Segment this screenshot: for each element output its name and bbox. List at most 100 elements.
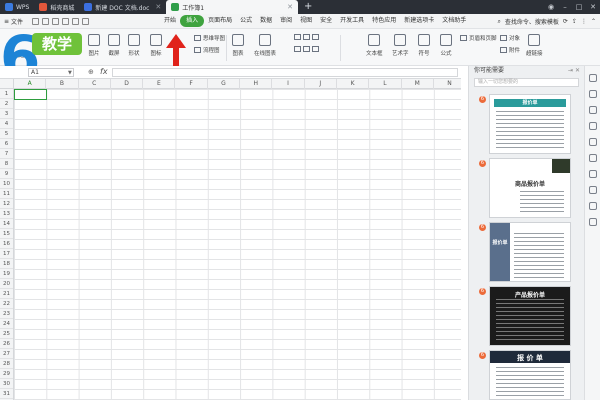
screenshot-button[interactable]: 截屏 (108, 34, 120, 57)
tab-data[interactable]: 数据 (256, 15, 276, 27)
row-header[interactable]: 19 (0, 269, 13, 279)
sync-icon[interactable]: ⟳ (563, 18, 568, 25)
fx-label[interactable]: fx (100, 67, 108, 76)
row-header[interactable]: 29 (0, 369, 13, 379)
undo-icon[interactable] (72, 17, 80, 25)
style-icon[interactable] (588, 122, 597, 130)
cursor-icon[interactable] (588, 74, 597, 82)
column-header[interactable]: D (111, 79, 144, 89)
column-header[interactable]: G (208, 79, 241, 89)
row-header[interactable]: 24 (0, 319, 13, 329)
symbol-button[interactable]: 符号 (418, 34, 430, 57)
row-header[interactable]: 28 (0, 359, 13, 369)
selected-cell-a1[interactable] (14, 89, 47, 100)
brush-icon[interactable] (588, 90, 597, 98)
row-header[interactable]: 9 (0, 169, 13, 179)
tab-wps-home[interactable]: WPS (0, 0, 34, 14)
close-panel-icon[interactable]: ⇥ ✕ (568, 66, 580, 76)
row-header[interactable]: 5 (0, 129, 13, 139)
text-box-button[interactable]: 文本框 (366, 34, 383, 57)
row-header[interactable]: 30 (0, 379, 13, 389)
zoom-icon[interactable]: ⊕ (88, 68, 94, 76)
row-header[interactable]: 6 (0, 139, 13, 149)
hyperlink-button[interactable]: 超链接 (526, 34, 543, 57)
spreadsheet-grid[interactable]: A B C D E F G H I J K L M N 1 2 3 4 5 6 7 8 9 10 1… (0, 79, 461, 400)
column-header[interactable]: L (369, 79, 402, 89)
row-header[interactable]: 23 (0, 309, 13, 319)
row-header[interactable]: 2 (0, 99, 13, 109)
user-icon[interactable]: ◉ (544, 0, 558, 14)
formula-input[interactable] (112, 68, 458, 77)
tab-features[interactable]: 特色应用 (368, 15, 400, 27)
row-header[interactable]: 11 (0, 189, 13, 199)
chart-button[interactable]: 图表 (232, 34, 244, 57)
search-command-button[interactable]: 查找命令、搜索模板 (505, 17, 559, 26)
share-icon[interactable]: ⇪ (572, 18, 577, 25)
row-header[interactable]: 4 (0, 119, 13, 129)
row-header[interactable]: 7 (0, 149, 13, 159)
minimize-icon[interactable]: – (558, 0, 572, 14)
object-button[interactable]: 对象 (500, 34, 520, 42)
icons-button[interactable]: 图标 (150, 34, 162, 57)
template-card[interactable]: 报价单 (489, 94, 571, 154)
cell-area[interactable] (14, 89, 461, 400)
column-header[interactable]: M (402, 79, 434, 89)
column-header[interactable]: E (143, 79, 176, 89)
collapse-ribbon-icon[interactable]: ⌃ (591, 18, 596, 25)
mind-map-button[interactable]: 思维导图 (194, 34, 225, 42)
row-header[interactable]: 27 (0, 349, 13, 359)
row-header[interactable]: 21 (0, 289, 13, 299)
close-tab-icon[interactable]: ✕ (155, 3, 161, 11)
word-art-button[interactable]: 艺术字 (392, 34, 409, 57)
formula-button[interactable]: 公式 (440, 34, 452, 57)
settings-icon[interactable] (588, 202, 597, 210)
tab-doc-assistant[interactable]: 文档助手 (438, 15, 470, 27)
close-window-icon[interactable]: ✕ (586, 0, 600, 14)
row-header[interactable]: 3 (0, 109, 13, 119)
row-header[interactable]: 17 (0, 249, 13, 259)
close-tab-icon[interactable]: ✕ (287, 3, 293, 11)
tab-docer-store[interactable]: 稻壳商城 (34, 0, 79, 14)
row-header[interactable]: 12 (0, 199, 13, 209)
more-icon[interactable]: ⋮ (581, 18, 587, 25)
backup-icon[interactable] (588, 170, 597, 178)
print-icon[interactable] (52, 17, 60, 25)
row-header[interactable]: 31 (0, 389, 13, 399)
row-header[interactable]: 22 (0, 299, 13, 309)
help-icon[interactable] (588, 218, 597, 226)
row-header[interactable]: 8 (0, 159, 13, 169)
row-header[interactable]: 20 (0, 279, 13, 289)
tab-page-layout[interactable]: 页面布局 (204, 15, 236, 27)
maximize-icon[interactable]: □ (572, 0, 586, 14)
row-header[interactable]: 13 (0, 209, 13, 219)
online-chart-button[interactable]: 在线图表 (254, 34, 276, 57)
column-header[interactable]: F (175, 79, 208, 89)
column-header[interactable]: C (79, 79, 111, 89)
panel-search-input[interactable]: 输入一切您想要的 (474, 78, 579, 87)
select-all-corner[interactable] (0, 79, 14, 89)
column-header[interactable]: J (305, 79, 337, 89)
tab-doc-file[interactable]: 新建 DOC 文档.doc ✕ (79, 0, 166, 14)
row-header[interactable]: 15 (0, 229, 13, 239)
tab-review[interactable]: 审阅 (276, 15, 296, 27)
column-header[interactable]: K (337, 79, 370, 89)
filter-icon[interactable] (588, 138, 597, 146)
properties-icon[interactable] (588, 154, 597, 162)
column-header[interactable]: A (14, 79, 47, 89)
template-card[interactable]: 报 价 单 (489, 350, 571, 400)
row-header[interactable]: 25 (0, 329, 13, 339)
new-tab-button[interactable]: + (298, 0, 318, 14)
shapes-icon[interactable] (588, 106, 597, 114)
template-card[interactable]: 商品报价单 (489, 158, 571, 218)
row-header[interactable]: 14 (0, 219, 13, 229)
chart-type-button-2[interactable] (294, 46, 319, 52)
preview-icon[interactable] (62, 17, 70, 25)
column-header[interactable]: I (272, 79, 305, 89)
tab-workbook[interactable]: 工作簿1 ✕ (166, 0, 298, 14)
chevron-down-icon[interactable]: ▼ (68, 70, 72, 76)
row-header[interactable]: 16 (0, 239, 13, 249)
chart-type-button[interactable] (294, 34, 319, 40)
shape-button[interactable]: 形状 (128, 34, 140, 57)
tab-developer[interactable]: 开发工具 (336, 15, 368, 27)
picture-button[interactable]: 图片 (88, 34, 100, 57)
